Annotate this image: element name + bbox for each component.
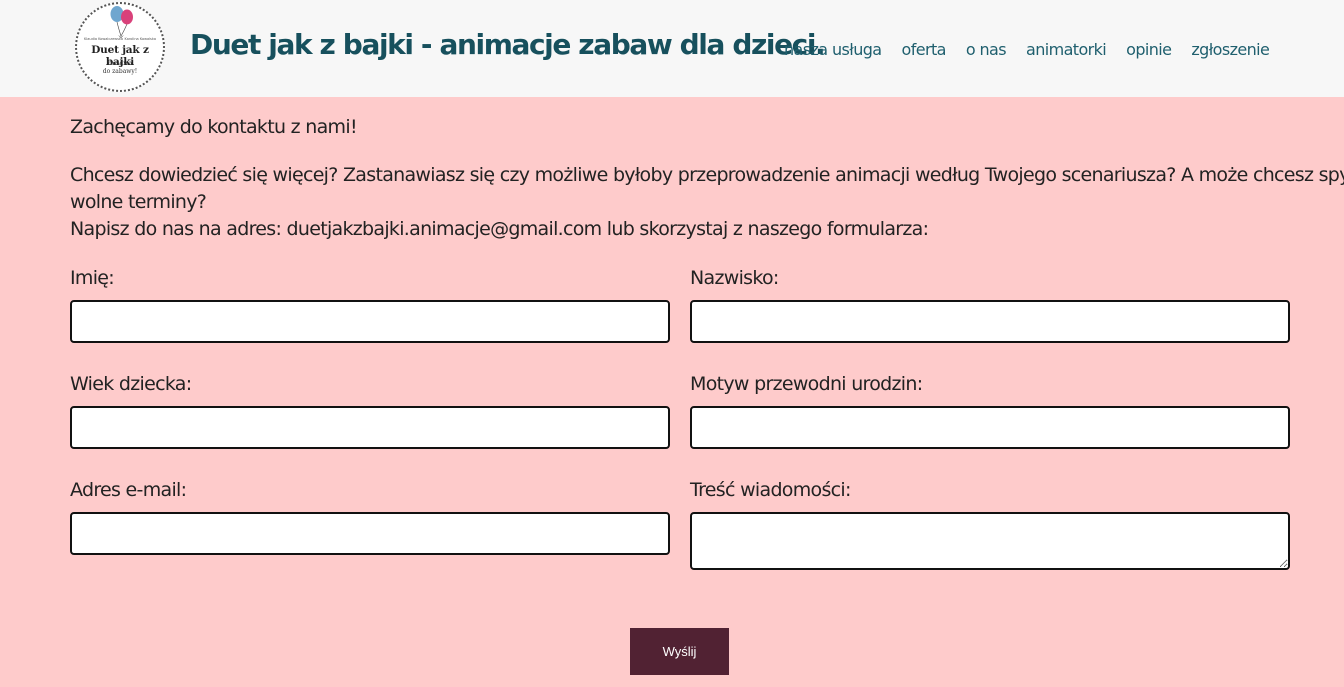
site-header: Klaudia Kowalczewska Karolina Kowalska D…	[0, 0, 1344, 97]
party-theme-label: Motyw przewodni urodzin:	[690, 373, 923, 395]
child-age-input[interactable]	[70, 406, 670, 449]
last-name-label: Nazwisko:	[690, 267, 779, 289]
site-logo[interactable]: Klaudia Kowalczewska Karolina Kowalska D…	[75, 2, 165, 92]
last-name-input[interactable]	[690, 300, 1290, 343]
logo-tagline: raz-dwa do zabawy!	[102, 60, 138, 75]
main-nav: nasza usługa oferta o nas animatorki opi…	[784, 38, 1289, 62]
intro-contact-line: Napisz do nas na adres: duetjakzbajki.an…	[70, 218, 929, 240]
email-label: Adres e-mail:	[70, 479, 187, 501]
message-label: Treść wiadomości:	[690, 479, 851, 501]
party-theme-input[interactable]	[690, 406, 1290, 449]
site-title[interactable]: Duet jak z bajki - animacje zabaw dla dz…	[190, 28, 826, 61]
nav-item-o-nas[interactable]: o nas	[966, 38, 1007, 62]
nav-item-nasza-usluga[interactable]: nasza usługa	[784, 38, 882, 62]
nav-item-oferta[interactable]: oferta	[902, 38, 947, 62]
first-name-input[interactable]	[70, 300, 670, 343]
logo-top-left-text: Klaudia Kowalczewska	[84, 37, 124, 41]
logo-top-right-text: Karolina Kowalska	[124, 37, 156, 41]
intro-paragraph-line-2: wolne terminy?	[70, 191, 207, 213]
intro-heading: Zachęcamy do kontaktu z nami!	[70, 116, 358, 138]
nav-item-zgloszenie[interactable]: zgłoszenie	[1191, 38, 1270, 62]
email-input[interactable]	[70, 512, 670, 555]
child-age-label: Wiek dziecka:	[70, 373, 192, 395]
submit-button[interactable]: Wyślij	[630, 628, 729, 675]
nav-item-animatorki[interactable]: animatorki	[1026, 38, 1107, 62]
intro-paragraph-line-1: Chcesz dowiedzieć się więcej? Zastanawia…	[70, 164, 1344, 186]
first-name-label: Imię:	[70, 267, 115, 289]
nav-item-opinie[interactable]: opinie	[1126, 38, 1172, 62]
message-textarea[interactable]	[690, 512, 1290, 570]
